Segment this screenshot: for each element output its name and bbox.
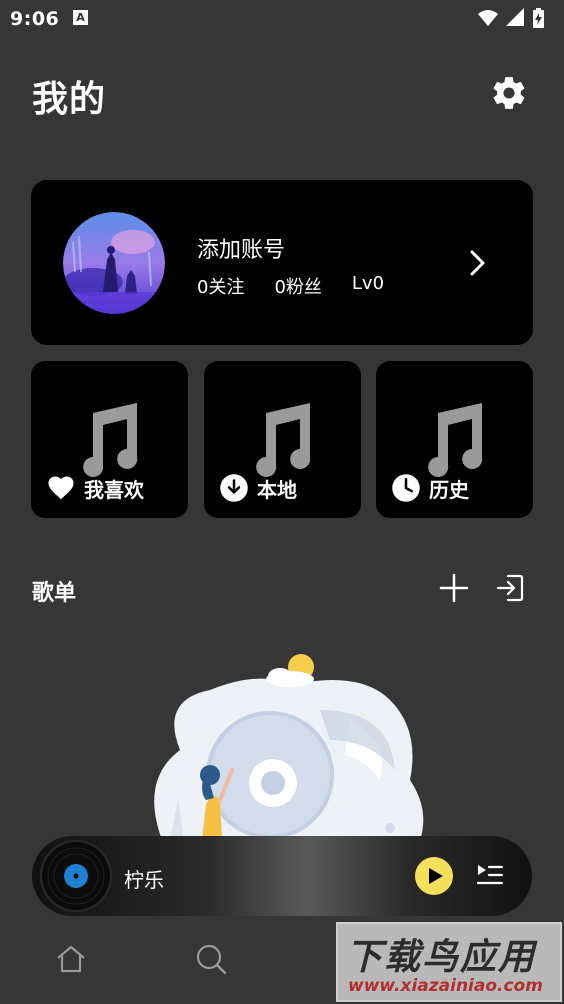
profile-card[interactable]: 添加账号 0关注 0粉丝 Lv0 bbox=[31, 180, 533, 345]
home-icon bbox=[57, 945, 85, 973]
import-icon bbox=[496, 574, 524, 602]
wifi-icon bbox=[478, 10, 498, 26]
playlist-section-title: 歌单 bbox=[32, 581, 77, 606]
search-icon bbox=[196, 944, 227, 975]
tile-favorites[interactable]: 我喜欢 bbox=[31, 361, 188, 518]
settings-button[interactable] bbox=[490, 74, 528, 112]
level-badge: Lv0 bbox=[351, 273, 385, 294]
queue-button[interactable] bbox=[475, 860, 505, 890]
music-note-icon bbox=[83, 403, 138, 477]
play-button[interactable] bbox=[415, 857, 453, 895]
tile-history-label-row: 历史 bbox=[391, 473, 469, 503]
tile-local-label: 本地 bbox=[257, 477, 297, 502]
status-time: 9:06 bbox=[10, 8, 60, 30]
cell-signal-icon bbox=[506, 8, 524, 26]
add-playlist-button[interactable] bbox=[438, 572, 470, 604]
page-title: 我的 bbox=[32, 79, 107, 120]
heart-icon bbox=[48, 476, 74, 500]
track-name: 柠乐 bbox=[124, 868, 164, 892]
profile-name: 添加账号 bbox=[197, 238, 286, 263]
tile-local-label-row: 本地 bbox=[219, 473, 297, 503]
battery-charging-icon bbox=[533, 8, 544, 28]
album-disc-icon bbox=[40, 840, 112, 912]
nav-search[interactable] bbox=[194, 942, 228, 976]
plus-icon bbox=[439, 573, 469, 603]
download-icon bbox=[220, 474, 248, 502]
profile-stats: 0关注 0粉丝 Lv0 bbox=[197, 273, 384, 299]
play-icon bbox=[415, 857, 453, 895]
empty-playlist-illustration bbox=[154, 654, 424, 840]
nav-home[interactable] bbox=[54, 942, 88, 976]
watermark-title: 下载鸟应用 bbox=[346, 937, 537, 978]
playlist-queue-icon bbox=[476, 865, 504, 885]
watermark: 下载鸟应用 www.xiazainiao.com bbox=[336, 922, 562, 1002]
chevron-right-icon bbox=[470, 250, 485, 276]
tile-history[interactable]: 历史 bbox=[376, 361, 533, 518]
clock-icon bbox=[392, 474, 420, 502]
notification-badge: A bbox=[73, 10, 88, 25]
tile-local[interactable]: 本地 bbox=[204, 361, 361, 518]
following-count[interactable]: 0关注 bbox=[197, 273, 244, 299]
gear-icon bbox=[493, 77, 525, 109]
tile-favorites-label: 我喜欢 bbox=[84, 477, 144, 502]
status-bar: 9:06 A bbox=[0, 0, 564, 38]
avatar[interactable] bbox=[63, 212, 165, 314]
tile-favorites-label-row: 我喜欢 bbox=[46, 473, 144, 503]
status-icons bbox=[478, 8, 544, 28]
music-note-icon bbox=[428, 403, 483, 477]
watermark-url: www.xiazainiao.com bbox=[348, 976, 543, 996]
followers-count[interactable]: 0粉丝 bbox=[274, 273, 321, 299]
mini-player[interactable]: 柠乐 bbox=[32, 836, 532, 916]
tile-history-label: 历史 bbox=[429, 477, 469, 502]
music-note-icon bbox=[256, 403, 311, 477]
import-playlist-button[interactable] bbox=[494, 572, 526, 604]
